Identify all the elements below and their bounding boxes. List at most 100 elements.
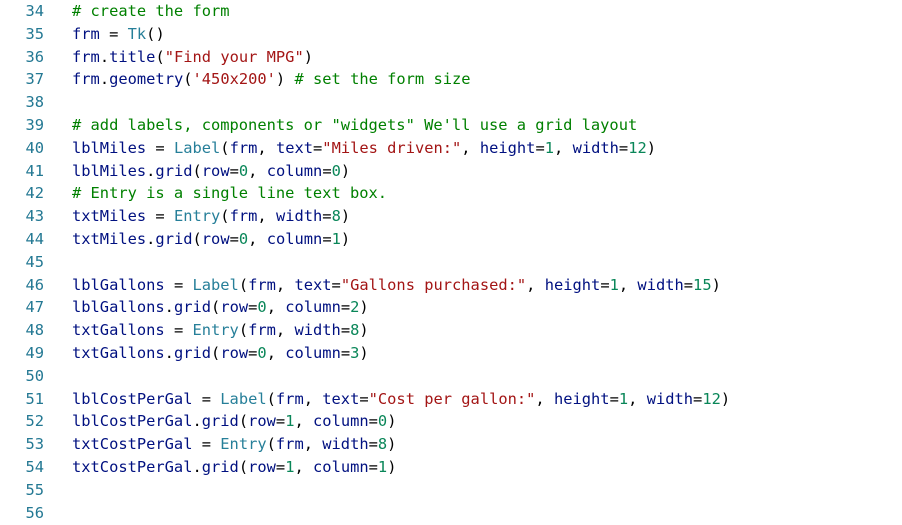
line-code[interactable]: frm.title("Find your MPG") bbox=[72, 46, 313, 69]
code-token-op: ) bbox=[340, 207, 351, 226]
line-code[interactable]: txtGallons.grid(row=0, column=3) bbox=[72, 342, 369, 365]
code-line[interactable]: 37 frm.geometry('450x200') # set the form… bbox=[0, 68, 902, 91]
code-line[interactable]: 35 frm = Tk() bbox=[0, 23, 902, 46]
code-token-op: ( bbox=[220, 207, 230, 226]
line-code[interactable]: # create the form bbox=[72, 0, 230, 23]
code-token-op: , bbox=[618, 275, 638, 294]
code-line[interactable]: 36 frm.title("Find your MPG") bbox=[0, 46, 902, 69]
code-token-op: = bbox=[340, 298, 351, 317]
code-token-var: column bbox=[313, 412, 369, 431]
code-line[interactable]: 49 txtGallons.grid(row=0, column=3) bbox=[0, 342, 902, 365]
line-code[interactable]: # add labels, components or "widgets" We… bbox=[72, 114, 637, 137]
code-token-op: ) bbox=[340, 161, 351, 180]
code-line[interactable]: 52 lblCostPerGal.grid(row=1, column=0) bbox=[0, 410, 902, 433]
code-token-op: ) bbox=[711, 275, 721, 294]
code-token-op: , bbox=[257, 138, 276, 157]
code-line[interactable]: 40 lblMiles = Label(frm, text="Miles driv… bbox=[0, 137, 902, 160]
line-code[interactable]: txtGallons = Entry(frm, width=8) bbox=[72, 319, 369, 342]
line-code[interactable]: lblGallons.grid(row=0, column=2) bbox=[72, 296, 369, 319]
line-code[interactable]: frm.geometry('450x200') # set the form s… bbox=[72, 68, 471, 91]
line-code[interactable]: frm = Tk() bbox=[72, 23, 165, 46]
line-code[interactable]: txtMiles = Entry(frm, width=8) bbox=[72, 205, 350, 228]
code-token-op: ) bbox=[359, 344, 369, 362]
line-number: 42 bbox=[25, 184, 44, 203]
code-token-var: frm bbox=[248, 321, 276, 340]
code-line[interactable]: 45 bbox=[0, 251, 902, 274]
line-code[interactable]: txtMiles.grid(row=0, column=1) bbox=[72, 228, 350, 251]
code-line[interactable]: 42 # Entry is a single line text box. bbox=[0, 182, 902, 205]
line-code[interactable]: txtCostPerGal = Entry(frm, width=8) bbox=[72, 433, 396, 456]
code-token-number: 1 bbox=[377, 458, 388, 476]
code-token-var: height bbox=[544, 275, 601, 294]
code-token-op: , bbox=[535, 389, 554, 408]
code-token-var: frm bbox=[275, 435, 304, 454]
code-token-number: 0 bbox=[257, 344, 267, 362]
code-token-op: ( bbox=[238, 458, 249, 476]
code-line[interactable]: 47 lblGallons.grid(row=0, column=2) bbox=[0, 296, 902, 319]
code-token-number: 1 bbox=[544, 138, 555, 157]
code-token-op: ) bbox=[359, 321, 369, 340]
code-token-op: , bbox=[303, 389, 323, 408]
code-token-number: 1 bbox=[331, 230, 341, 248]
code-token-var: lblCostPerGal bbox=[72, 412, 193, 431]
line-code[interactable]: lblCostPerGal.grid(row=1, column=0) bbox=[72, 410, 396, 433]
code-token-fn: grid bbox=[155, 161, 193, 180]
code-line[interactable]: 38 bbox=[0, 91, 902, 114]
line-number: 38 bbox=[25, 93, 44, 112]
code-token-op: = bbox=[368, 458, 378, 476]
code-token-op: , bbox=[257, 207, 276, 226]
code-token-op: ( bbox=[238, 412, 249, 431]
code-line[interactable]: 43 txtMiles = Entry(frm, width=8) bbox=[0, 205, 902, 228]
code-line[interactable]: 41 lblMiles.grid(row=0, column=0) bbox=[0, 160, 902, 183]
code-token-var: lblMiles bbox=[72, 161, 147, 180]
code-token-var: txtMiles bbox=[72, 230, 147, 248]
code-token-op: = bbox=[693, 389, 703, 408]
code-token-comment: # set the form size bbox=[294, 70, 471, 89]
code-token-var: width bbox=[646, 389, 694, 408]
code-token-var: width bbox=[275, 207, 323, 226]
line-number: 50 bbox=[25, 366, 44, 385]
code-token-op: = bbox=[535, 138, 545, 157]
code-token-op: = bbox=[609, 389, 619, 408]
line-code[interactable]: lblMiles.grid(row=0, column=0) bbox=[72, 160, 350, 183]
line-code[interactable]: lblGallons = Label(frm, text="Gallons pu… bbox=[72, 274, 721, 297]
code-token-number: 12 bbox=[702, 389, 721, 408]
code-token-op: ) bbox=[387, 435, 397, 454]
line-number: 40 bbox=[25, 138, 44, 157]
code-token-number: 12 bbox=[628, 138, 647, 157]
code-editor[interactable]: 34 # create the form 35 frm = Tk() 36 frm.tit… bbox=[0, 0, 902, 525]
code-line[interactable]: 50 bbox=[0, 365, 902, 388]
code-token-op: = bbox=[340, 344, 351, 362]
code-line[interactable]: 46 lblGallons = Label(frm, text="Gallons … bbox=[0, 274, 902, 297]
code-line[interactable]: 56 bbox=[0, 502, 902, 525]
line-code[interactable]: lblMiles = Label(frm, text="Miles driven… bbox=[72, 137, 656, 160]
line-code[interactable]: # Entry is a single line text box. bbox=[72, 182, 387, 205]
code-token-op: ) bbox=[340, 230, 351, 248]
code-token-var: height bbox=[553, 389, 610, 408]
code-line[interactable]: 55 bbox=[0, 479, 902, 502]
code-token-op: ( bbox=[238, 321, 249, 340]
code-token-op: = bbox=[248, 298, 258, 317]
code-line[interactable]: 44 txtMiles.grid(row=0, column=1) bbox=[0, 228, 902, 251]
code-token-op: = bbox=[331, 275, 341, 294]
code-token-var: width bbox=[322, 435, 369, 454]
code-token-number: 0 bbox=[238, 230, 249, 248]
code-token-fn: geometry bbox=[109, 70, 184, 89]
code-token-comment: # create the form bbox=[72, 2, 230, 20]
line-code[interactable]: txtCostPerGal.grid(row=1, column=1) bbox=[72, 456, 396, 479]
code-token-op: , bbox=[275, 275, 295, 294]
code-line[interactable]: 34 # create the form bbox=[0, 0, 902, 23]
line-number: 37 bbox=[25, 70, 44, 89]
code-line[interactable]: 48 txtGallons = Entry(frm, width=8) bbox=[0, 319, 902, 342]
code-line[interactable]: 53 txtCostPerGal = Entry(frm, width=8) bbox=[0, 433, 902, 456]
code-token-number: 2 bbox=[350, 298, 360, 317]
code-line[interactable]: 39 # add labels, components or "widgets" … bbox=[0, 114, 902, 137]
code-token-op: = bbox=[229, 230, 239, 248]
line-number: 55 bbox=[25, 480, 44, 499]
code-token-number: 3 bbox=[350, 344, 360, 362]
line-code[interactable]: lblCostPerGal = Label(frm, text="Cost pe… bbox=[72, 388, 730, 411]
code-line[interactable]: 51 lblCostPerGal = Label(frm, text="Cost … bbox=[0, 388, 902, 411]
code-token-var: lblCostPerGal bbox=[72, 389, 193, 408]
code-token-class: Entry bbox=[220, 435, 267, 454]
code-line[interactable]: 54 txtCostPerGal.grid(row=1, column=1) bbox=[0, 456, 902, 479]
